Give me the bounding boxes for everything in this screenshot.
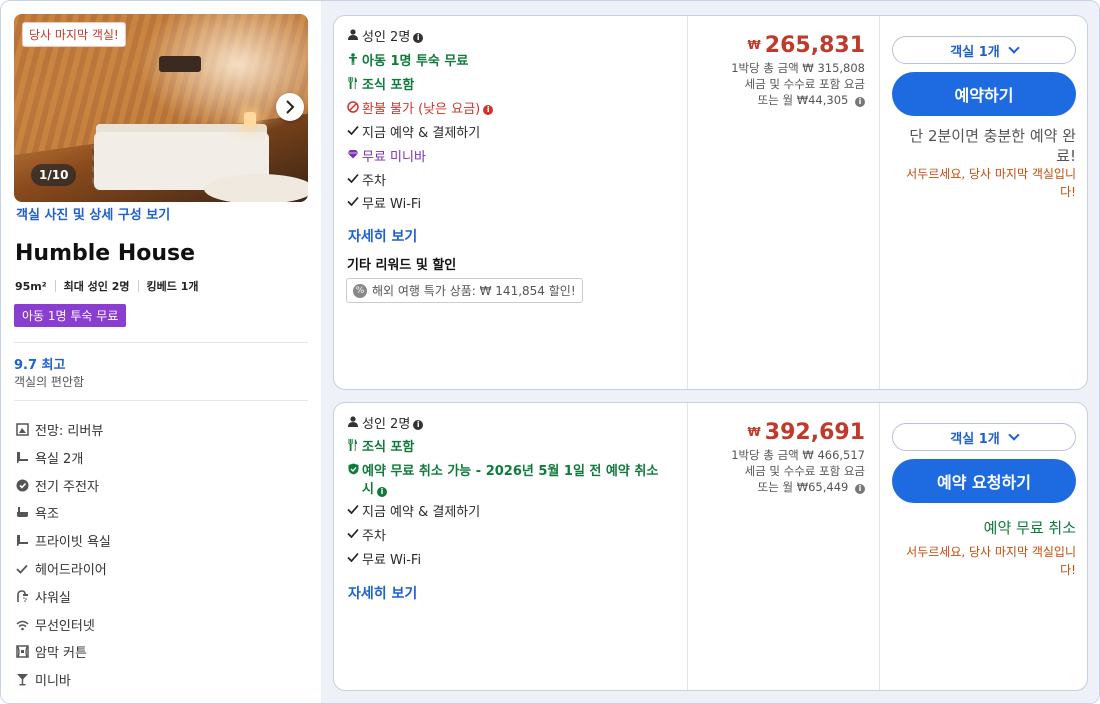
last-room-badge: 당사 마지막 객실! [22, 22, 126, 47]
amenity-item: 무선인터넷 [15, 615, 95, 634]
check-icon [346, 528, 360, 539]
check-icon [15, 562, 29, 576]
bathroom-icon [15, 534, 29, 548]
amenity-item: 샤워실 [15, 587, 71, 606]
promo-badge: % 해외 여행 특가 상품: ₩ 141,854 할인! [346, 278, 583, 303]
rooms-select[interactable]: 객실 1개 [892, 423, 1076, 451]
room-photo[interactable]: 당사 마지막 객실! 1/10 [14, 14, 308, 202]
amenity-item: 욕조 [15, 503, 59, 522]
person-icon [346, 416, 360, 427]
price-total: 1박당 총 금액 ₩ 466,517 [731, 448, 865, 462]
chevron-right-icon [286, 100, 295, 114]
breakfast-row: 조식 포함 [346, 439, 414, 457]
room-meta: 95m² 최대 성인 2명 킹베드 1개 [15, 278, 198, 294]
utensils-icon [346, 77, 360, 89]
price-monthly: 또는 월 ₩44,305 i [731, 92, 865, 108]
amenity-item: 프라이빗 욕실 [15, 531, 111, 550]
chevron-down-icon [1008, 429, 1020, 441]
amenity-item: 욕실 2개 [15, 448, 83, 467]
wifi-icon [15, 618, 29, 632]
kettle-icon [15, 479, 29, 493]
kid-free-badge: 아동 1명 투숙 무료 [14, 304, 127, 327]
check-icon [346, 552, 360, 563]
diamond-icon [346, 149, 360, 159]
guests-row: 성인 2명 i [346, 29, 424, 47]
kid-free-row: 아동 1명 투숙 무료 [346, 53, 468, 71]
check-icon [346, 173, 360, 184]
price-tax-note: 세금 및 수수료 포함 요금 [744, 464, 865, 478]
view-icon [15, 423, 29, 437]
minibar-icon [15, 673, 29, 687]
photo-details-link[interactable]: 객실 사진 및 상세 구성 보기 [16, 204, 170, 223]
room-size: 95m² [15, 279, 47, 293]
check-icon [346, 196, 360, 207]
pay-now-row: 지금 예약 & 결제하기 [346, 504, 480, 522]
last-room-note: 서두르세요, 당사 마지막 객실입니다! [906, 545, 1076, 577]
amenity-item: 미니바 [15, 670, 71, 689]
next-photo-button[interactable] [276, 93, 304, 121]
info-icon[interactable]: i [376, 487, 387, 497]
wifi-row: 무료 Wi-Fi [346, 196, 421, 214]
check-icon [346, 125, 360, 136]
more-details-link[interactable]: 자세히 보기 [348, 583, 417, 603]
amenity-item: 전망: 리버뷰 [15, 420, 103, 439]
pay-now-row: 지금 예약 & 결제하기 [346, 125, 480, 143]
minibar-row: 무료 미니바 [346, 149, 426, 167]
room-max-guests: 최대 성인 2명 [63, 280, 130, 293]
bathroom-icon [15, 451, 29, 465]
price-total: 1박당 총 금액 ₩ 315,808 [731, 61, 865, 75]
room-listing: 당사 마지막 객실! 1/10 객실 사진 및 상세 구성 보기 Humble … [0, 0, 1100, 704]
refund-row: 환불 불가 (낮은 요금) i [346, 101, 494, 119]
breakfast-row: 조식 포함 [346, 77, 414, 95]
free-cancel-note: 예약 무료 취소 [983, 519, 1076, 537]
parking-row: 주차 [346, 173, 386, 191]
bathtub-icon [15, 506, 29, 520]
parking-row: 주차 [346, 528, 386, 546]
price: ₩265,831 [747, 33, 865, 58]
price-monthly: 또는 월 ₩65,449 i [731, 479, 865, 495]
utensils-icon [346, 439, 360, 451]
shower-icon [15, 590, 29, 604]
booking-note: 단 2분이면 충분한 예약 완료! [909, 127, 1076, 165]
offers-panel: 성인 2명 i 아동 1명 투숙 무료 조식 포함 환불 불가 (낮은 요금) [321, 1, 1099, 703]
more-details-link[interactable]: 자세히 보기 [348, 226, 417, 246]
comfort-score-label: 객실의 편안함 [14, 375, 85, 389]
offer-card: 성인 2명 i 아동 1명 투숙 무료 조식 포함 환불 불가 (낮은 요금) [333, 15, 1088, 390]
book-request-button[interactable]: 예약 요청하기 [892, 459, 1076, 503]
info-icon[interactable]: i [483, 105, 494, 115]
info-icon[interactable]: i [413, 420, 424, 430]
check-icon [346, 504, 360, 515]
guests-row: 성인 2명 i [346, 416, 424, 434]
price-block: ₩392,691 1박당 총 금액 ₩ 466,517 세금 및 수수료 포함 … [731, 420, 865, 495]
price-tax-note: 세금 및 수수료 포함 요금 [744, 77, 865, 91]
price-block: ₩265,831 1박당 총 금액 ₩ 315,808 세금 및 수수료 포함 … [731, 33, 865, 108]
info-icon[interactable]: i [855, 97, 865, 107]
free-cancel-row: 예약 무료 취소 가능 - 2026년 5월 1일 전 예약 취소 시i [346, 463, 666, 499]
rooms-select[interactable]: 객실 1개 [892, 36, 1076, 64]
shield-check-icon [346, 463, 360, 475]
person-icon [346, 29, 360, 40]
info-icon[interactable]: i [413, 33, 424, 43]
no-refund-icon [346, 101, 360, 113]
room-summary: 당사 마지막 객실! 1/10 객실 사진 및 상세 구성 보기 Humble … [1, 1, 321, 703]
book-button[interactable]: 예약하기 [892, 72, 1076, 116]
comfort-score: 9.7 최고 [14, 358, 66, 373]
room-title: Humble House [15, 241, 196, 266]
price: ₩392,691 [747, 420, 865, 445]
other-rewards-title: 기타 리워드 및 할인 [347, 258, 457, 273]
amenity-item: 헤어드라이어 [15, 559, 107, 578]
room-bed: 킹베드 1개 [146, 280, 199, 293]
info-icon[interactable]: i [855, 484, 865, 494]
wifi-row: 무료 Wi-Fi [346, 552, 421, 570]
discount-icon: % [353, 283, 367, 298]
last-room-note: 서두르세요, 당사 마지막 객실입니다! [906, 167, 1076, 199]
chevron-down-icon [1008, 42, 1020, 54]
free-cancel-text: 예약 무료 취소 가능 - 2026년 5월 1일 전 예약 취소 시i [362, 464, 659, 497]
photo-counter: 1/10 [31, 164, 77, 186]
offer-card: 성인 2명 i 조식 포함 예약 무료 취소 가능 - 2026년 5월 1일 … [333, 402, 1088, 691]
curtain-icon [15, 645, 29, 659]
child-icon [346, 53, 360, 65]
amenity-item: 전기 주전자 [15, 476, 99, 495]
amenity-item: 암막 커튼 [15, 642, 87, 661]
